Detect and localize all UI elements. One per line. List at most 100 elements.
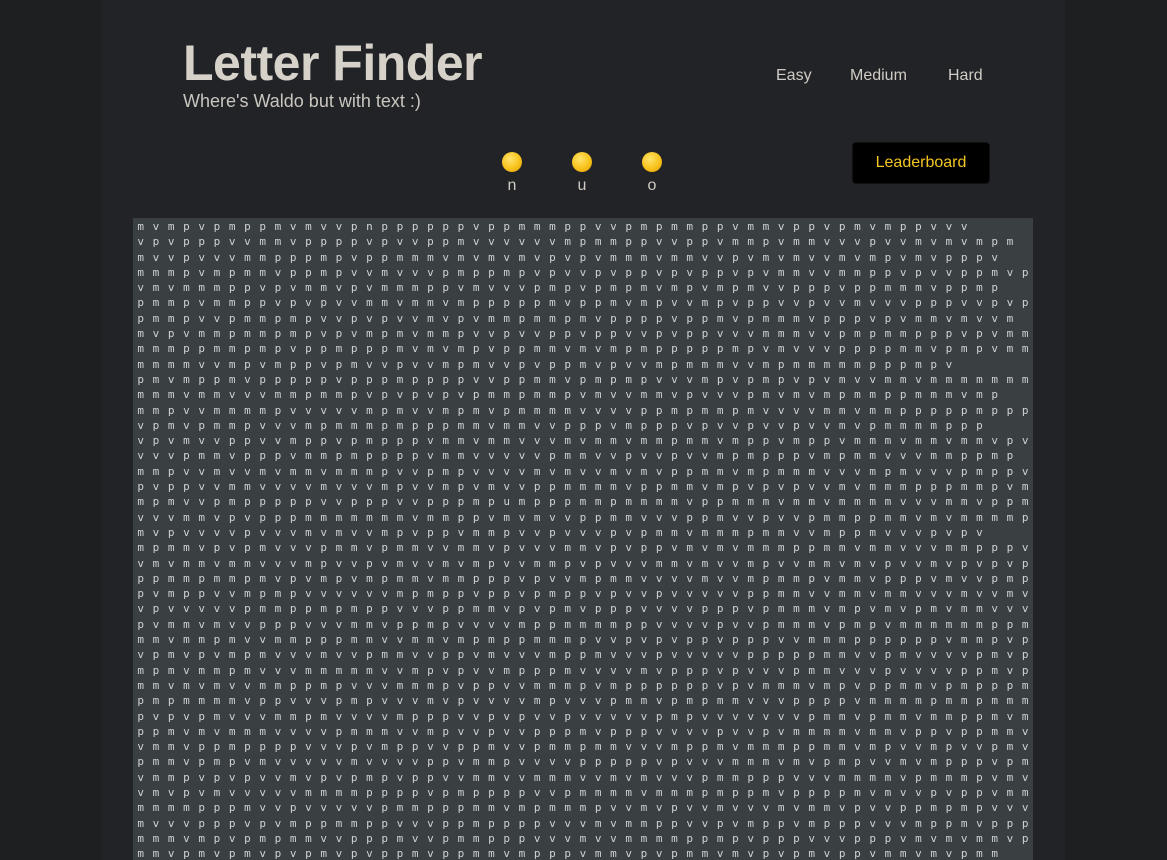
grid-cell[interactable]: v bbox=[865, 800, 880, 815]
grid-cell[interactable]: v bbox=[514, 770, 529, 785]
grid-cell[interactable]: m bbox=[453, 540, 468, 555]
grid-cell[interactable]: p bbox=[209, 234, 224, 249]
grid-cell[interactable]: v bbox=[453, 678, 468, 693]
grid-cell[interactable]: p bbox=[514, 709, 529, 724]
grid-cell[interactable]: p bbox=[697, 311, 712, 326]
grid-cell[interactable]: p bbox=[438, 219, 453, 234]
grid-cell[interactable]: m bbox=[896, 647, 911, 662]
grid-cell[interactable]: p bbox=[606, 586, 621, 601]
grid-cell[interactable]: p bbox=[148, 571, 163, 586]
grid-cell[interactable]: p bbox=[438, 800, 453, 815]
grid-cell[interactable]: m bbox=[911, 816, 926, 831]
grid-cell[interactable]: p bbox=[438, 754, 453, 769]
grid-cell[interactable]: v bbox=[957, 295, 972, 310]
grid-cell[interactable]: p bbox=[652, 709, 667, 724]
grid-cell[interactable]: m bbox=[1002, 785, 1017, 800]
grid-cell[interactable]: p bbox=[469, 387, 484, 402]
grid-cell[interactable]: v bbox=[636, 448, 651, 463]
grid-cell[interactable]: m bbox=[728, 433, 743, 448]
grid-cell[interactable]: m bbox=[880, 372, 895, 387]
grid-cell[interactable]: v bbox=[316, 311, 331, 326]
grid-cell[interactable]: p bbox=[636, 311, 651, 326]
grid-cell[interactable]: v bbox=[713, 418, 728, 433]
grid-cell[interactable]: m bbox=[591, 617, 606, 632]
grid-cell[interactable]: p bbox=[347, 372, 362, 387]
grid-cell[interactable]: v bbox=[240, 693, 255, 708]
grid-cell[interactable]: m bbox=[591, 372, 606, 387]
grid-cell[interactable]: p bbox=[301, 234, 316, 249]
grid-cell[interactable]: p bbox=[545, 479, 560, 494]
grid-cell[interactable]: v bbox=[362, 525, 377, 540]
grid-cell[interactable]: v bbox=[408, 647, 423, 662]
grid-cell[interactable]: v bbox=[774, 663, 789, 678]
grid-cell[interactable]: m bbox=[514, 403, 529, 418]
grid-cell[interactable]: p bbox=[438, 586, 453, 601]
grid-cell[interactable]: m bbox=[697, 357, 712, 372]
grid-cell[interactable]: m bbox=[957, 617, 972, 632]
grid-cell[interactable]: v bbox=[316, 693, 331, 708]
grid-cell[interactable]: p bbox=[240, 448, 255, 463]
grid-cell[interactable]: p bbox=[377, 326, 392, 341]
grid-cell[interactable]: v bbox=[987, 800, 1002, 815]
grid-cell[interactable]: p bbox=[377, 571, 392, 586]
grid-cell[interactable]: m bbox=[774, 678, 789, 693]
grid-cell[interactable]: v bbox=[1002, 663, 1017, 678]
grid-cell[interactable]: v bbox=[667, 724, 682, 739]
grid-cell[interactable]: p bbox=[301, 709, 316, 724]
grid-cell[interactable]: v bbox=[774, 280, 789, 295]
grid-cell[interactable]: p bbox=[911, 800, 926, 815]
grid-cell[interactable]: p bbox=[270, 846, 285, 860]
grid-cell[interactable]: p bbox=[880, 556, 895, 571]
grid-cell[interactable]: v bbox=[682, 770, 697, 785]
grid-cell[interactable]: v bbox=[545, 433, 560, 448]
grid-cell[interactable]: m bbox=[148, 265, 163, 280]
grid-cell[interactable]: p bbox=[453, 479, 468, 494]
grid-cell[interactable]: p bbox=[591, 510, 606, 525]
grid-cell[interactable]: m bbox=[926, 617, 941, 632]
grid-cell[interactable]: p bbox=[636, 846, 651, 860]
grid-cell[interactable]: v bbox=[499, 280, 514, 295]
grid-cell[interactable]: m bbox=[164, 418, 179, 433]
grid-cell[interactable]: m bbox=[545, 387, 560, 402]
grid-cell[interactable]: p bbox=[804, 739, 819, 754]
grid-cell[interactable]: p bbox=[240, 571, 255, 586]
grid-cell[interactable]: v bbox=[819, 586, 834, 601]
grid-cell[interactable]: m bbox=[758, 250, 773, 265]
grid-cell[interactable]: m bbox=[225, 403, 240, 418]
grid-cell[interactable]: v bbox=[819, 418, 834, 433]
grid-cell[interactable]: p bbox=[957, 403, 972, 418]
grid-cell[interactable]: m bbox=[896, 586, 911, 601]
grid-cell[interactable]: m bbox=[408, 678, 423, 693]
grid-cell[interactable]: v bbox=[804, 448, 819, 463]
grid-cell[interactable]: v bbox=[758, 280, 773, 295]
grid-cell[interactable]: v bbox=[591, 341, 606, 356]
grid-cell[interactable]: m bbox=[164, 663, 179, 678]
grid-cell[interactable]: v bbox=[835, 295, 850, 310]
grid-cell[interactable]: v bbox=[286, 341, 301, 356]
grid-cell[interactable]: v bbox=[286, 418, 301, 433]
grid-cell[interactable]: v bbox=[316, 724, 331, 739]
grid-cell[interactable]: m bbox=[164, 494, 179, 509]
grid-cell[interactable]: p bbox=[514, 357, 529, 372]
grid-cell[interactable]: m bbox=[438, 556, 453, 571]
grid-cell[interactable]: m bbox=[957, 800, 972, 815]
grid-cell[interactable]: v bbox=[408, 556, 423, 571]
grid-cell[interactable]: v bbox=[347, 678, 362, 693]
grid-cell[interactable]: m bbox=[133, 464, 148, 479]
grid-cell[interactable]: p bbox=[941, 341, 956, 356]
grid-cell[interactable]: p bbox=[286, 250, 301, 265]
grid-cell[interactable]: m bbox=[316, 846, 331, 860]
grid-cell[interactable]: m bbox=[743, 556, 758, 571]
grid-cell[interactable]: p bbox=[499, 540, 514, 555]
grid-cell[interactable]: p bbox=[957, 556, 972, 571]
grid-cell[interactable]: p bbox=[438, 785, 453, 800]
grid-cell[interactable]: m bbox=[621, 372, 636, 387]
grid-cell[interactable]: p bbox=[362, 647, 377, 662]
grid-cell[interactable]: p bbox=[270, 510, 285, 525]
grid-cell[interactable]: v bbox=[514, 234, 529, 249]
grid-cell[interactable]: p bbox=[499, 816, 514, 831]
grid-cell[interactable]: v bbox=[392, 724, 407, 739]
grid-cell[interactable]: m bbox=[850, 617, 865, 632]
grid-cell[interactable]: m bbox=[148, 678, 163, 693]
grid-cell[interactable]: p bbox=[331, 265, 346, 280]
